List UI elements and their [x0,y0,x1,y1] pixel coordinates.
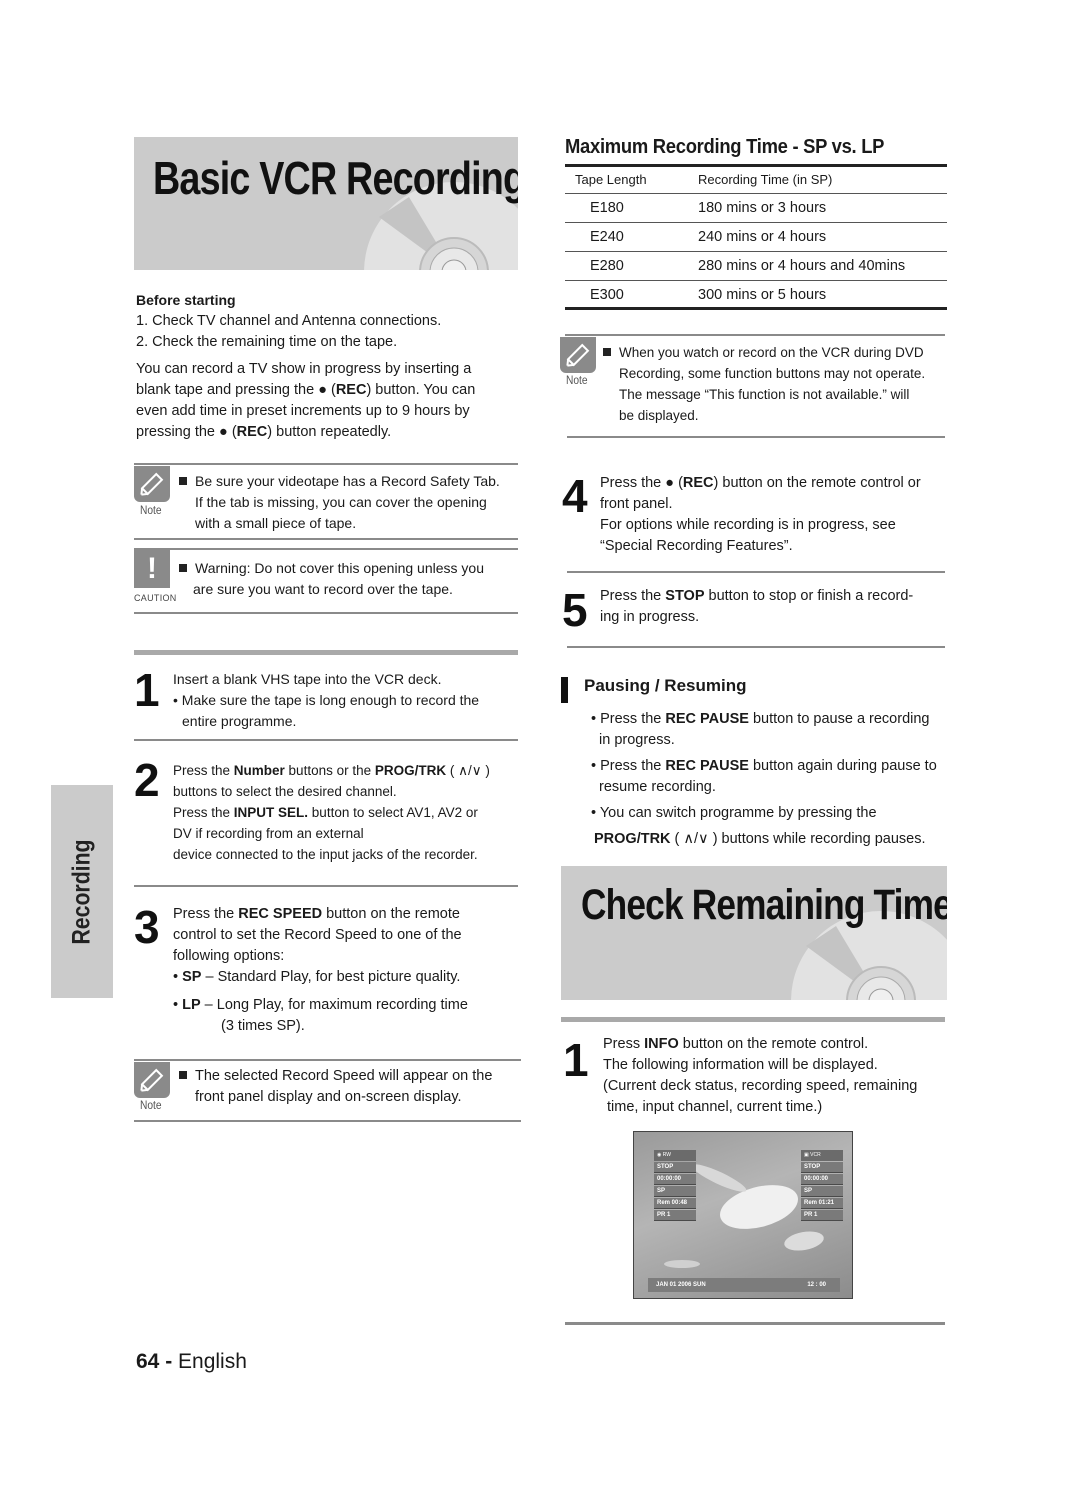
caution-text: Warning: Do not cover this opening unles… [179,558,524,600]
osd-remaining: Rem 01:21 [801,1198,843,1209]
bullet-square-icon [603,348,611,356]
table-row: E180 180 mins or 3 hours [565,194,947,223]
note-label: Note [140,503,162,517]
osd-time: 12 : 00 [807,1282,826,1288]
rec-dot-icon: ● [665,475,675,491]
step-1-text: Insert a blank VHS tape into the VCR dec… [173,671,480,729]
intro-line: You can record a TV show in progress by … [136,361,472,377]
note-text: When you watch or record on the VCR duri… [603,342,953,426]
step-2-text: Press the Number buttons or the PROG/TRK… [173,763,490,862]
table-row: E300 300 mins or 5 hours [565,281,947,310]
column-header: Recording Time (in SP) [698,172,833,187]
note-label: Note [566,373,588,387]
intro-paragraph: You can record a TV show in progress by … [136,359,526,443]
osd-date: JAN 01 2006 SUN [656,1282,706,1288]
divider [134,1120,521,1122]
intro-line: blank tape and pressing the ● (REC) butt… [136,382,476,398]
seagull-wing-shape [689,1159,749,1197]
divider [567,436,945,438]
osd-status: STOP [654,1162,696,1173]
column-header: Tape Length [575,172,647,187]
osd-speed: SP [801,1186,843,1197]
table-title: Maximum Recording Time - SP vs. LP [565,136,885,158]
osd-remaining: Rem 00:48 [654,1198,696,1209]
side-tab-label: Recording [67,838,96,945]
step-number: 3 [134,901,160,953]
osd-counter: 00:00:00 [801,1174,843,1185]
osd-vcr-panel: ▣ VCR STOP 00:00:00 SP Rem 01:21 PR 1 [801,1150,843,1221]
divider [567,646,945,648]
step-number: 2 [134,754,160,806]
divider [134,739,518,741]
note-text: Be sure your videotape has a Record Safe… [179,471,524,534]
rec-dot-icon: ● [318,382,327,398]
osd-date-bar: JAN 01 2006 SUN 12 : 00 [648,1278,840,1292]
step-4-text: Press the ● (REC) button on the remote c… [600,475,921,554]
before-starting-item: 2. Check the remaining time on the tape. [136,334,398,350]
divider [134,1059,521,1061]
caution-label: CAUTION [134,593,177,603]
divider [561,1017,945,1022]
note-label: Note [140,1098,162,1112]
divider [567,571,945,573]
divider [565,334,945,336]
osd-counter: 00:00:00 [654,1174,696,1185]
page-language: English [178,1350,247,1373]
step-number: 4 [562,470,588,522]
before-starting-item: 1. Check TV channel and Antenna connecti… [136,313,442,329]
basic-vcr-recording-banner: Basic VCR Recording [134,137,518,270]
step-number: 1 [134,664,160,716]
bullet-square-icon [179,477,187,485]
note-pencil-icon [134,1062,170,1098]
divider [134,548,518,550]
page-number: 64 - [136,1350,173,1373]
before-starting-section: Before starting 1. Check TV channel and … [136,290,526,443]
pausing-list: • Press the REC PAUSE button to pause a … [591,711,937,847]
note-pencil-icon [560,337,596,373]
step-3-text: Press the REC SPEED button on the remote… [173,906,468,1034]
page-footer: 64 - English [136,1350,247,1374]
bullet-square-icon [179,1071,187,1079]
divider [134,885,518,887]
rec-dot-icon: ● [219,424,228,440]
before-starting-heading: Before starting [136,292,236,308]
table-row: E240 240 mins or 4 hours [565,223,947,252]
seagull-shape [664,1260,700,1268]
note-pencil-icon [134,466,170,502]
osd-status: STOP [801,1162,843,1173]
caution-exclamation-icon: ! [134,550,170,588]
bullet-square-icon [179,564,187,572]
intro-line: even add time in preset increments up to… [136,403,470,419]
pausing-heading: Pausing / Resuming [584,676,747,695]
osd-speed: SP [654,1186,696,1197]
intro-line: pressing the ● (REC) button repeatedly. [136,424,392,440]
table-row: E280 280 mins or 4 hours and 40mins [565,252,947,281]
section-title: Check Remaining Time [581,881,947,929]
divider [134,538,518,540]
step-5-text: Press the STOP button to stop or finish … [600,588,914,625]
osd-panel-header: ▣ VCR [801,1150,843,1161]
divider [134,650,518,655]
divider [134,463,518,465]
on-screen-display-image: ◉ RW STOP 00:00:00 SP Rem 00:48 PR 1 ▣ V… [633,1131,853,1299]
step-number: 5 [562,584,588,636]
seagull-shape [782,1228,826,1254]
osd-panel-header: ◉ RW [654,1150,696,1161]
divider [134,612,518,614]
section-marker-bar [561,677,568,703]
divider [565,1322,945,1325]
info-step-text: Press INFO button on the remote control.… [603,1036,918,1115]
note-text: The selected Record Speed will appear on… [179,1066,524,1108]
osd-channel: PR 1 [654,1210,696,1221]
step-number: 1 [563,1034,589,1086]
section-side-tab: Recording [51,785,113,998]
table-header-row: Tape Length Recording Time (in SP) [565,165,947,194]
check-remaining-time-banner: Check Remaining Time [561,866,947,1000]
page-title: Basic VCR Recording [153,152,518,204]
osd-dvd-panel: ◉ RW STOP 00:00:00 SP Rem 00:48 PR 1 [654,1150,696,1221]
osd-channel: PR 1 [801,1210,843,1221]
